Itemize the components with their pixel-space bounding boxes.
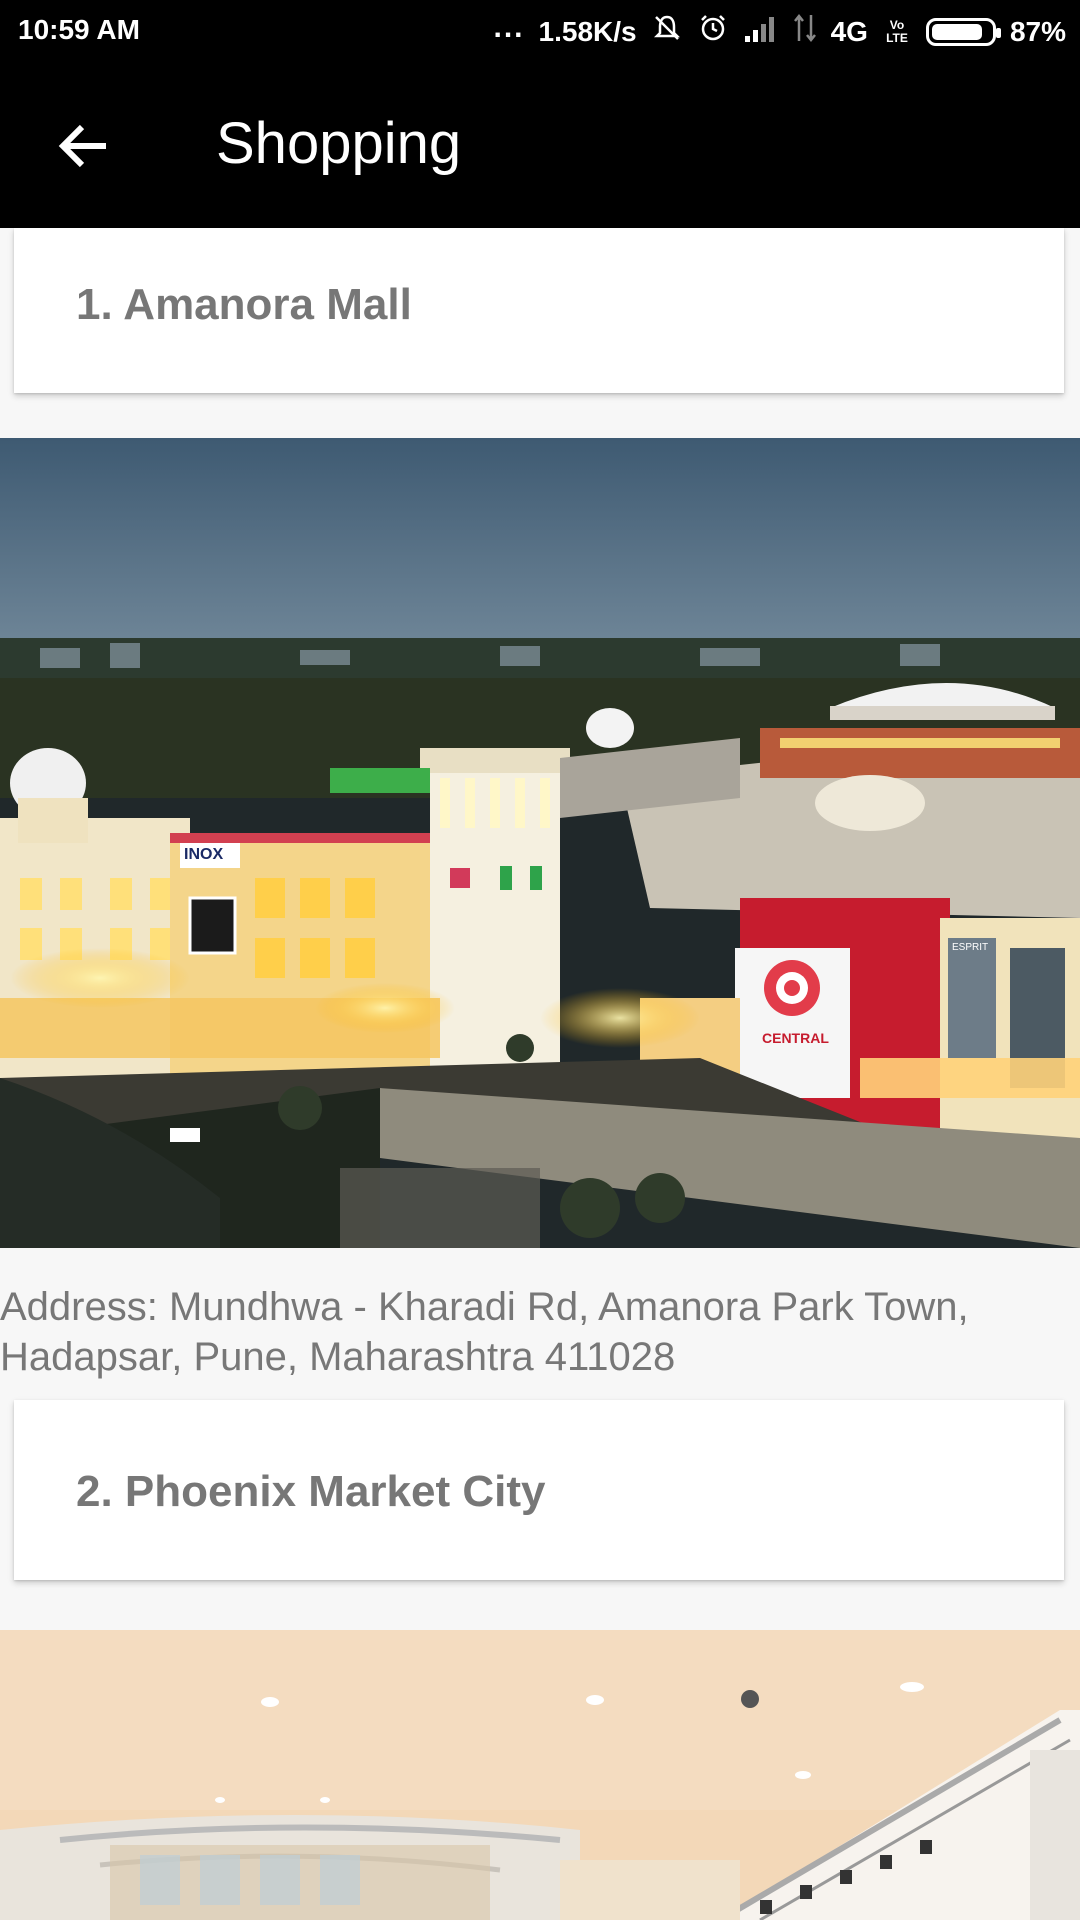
place-card-amanora[interactable]: 1. Amanora Mall	[14, 228, 1064, 393]
esprit-sign: ESPRIT	[952, 942, 988, 953]
vibrate-off-icon	[651, 12, 683, 51]
amanora-mall-photo: INOX CENTRAL ESPRIT	[0, 438, 1080, 1248]
network-type: 4G	[830, 15, 868, 47]
place-card-phoenix[interactable]: 2. Phoenix Market City	[14, 1400, 1064, 1580]
phoenix-market-city-photo	[0, 1630, 1080, 1920]
battery-icon	[925, 17, 1001, 46]
signal-icon	[743, 14, 779, 49]
alarm-icon	[697, 12, 729, 51]
status-bar: 10:59 AM ... 1.58K/s 4G Vo LTE 87%	[0, 0, 1080, 60]
status-icons: ... 1.58K/s 4G Vo LTE 87%	[493, 10, 1067, 51]
data-icon	[793, 13, 817, 50]
more-dots: ...	[493, 10, 525, 44]
status-time: 10:59 AM	[18, 14, 140, 45]
network-speed: 1.58K/s	[538, 15, 637, 47]
central-sign: CENTRAL	[762, 1030, 829, 1046]
battery-fill	[931, 23, 983, 40]
place-address: Address: Mundhwa - Kharadi Rd, Amanora P…	[0, 1285, 969, 1379]
place-heading: 1. Amanora Mall	[76, 280, 412, 329]
volte-indicator: Vo LTE	[886, 17, 908, 45]
page-title: Shopping	[216, 111, 462, 176]
place-heading: 2. Phoenix Market City	[76, 1467, 546, 1516]
app-bar: Shopping	[0, 60, 1080, 228]
battery-percent: 87%	[1009, 15, 1066, 47]
inox-sign: INOX	[184, 846, 223, 863]
back-button[interactable]	[54, 116, 114, 176]
arrow-back-icon	[58, 124, 106, 168]
